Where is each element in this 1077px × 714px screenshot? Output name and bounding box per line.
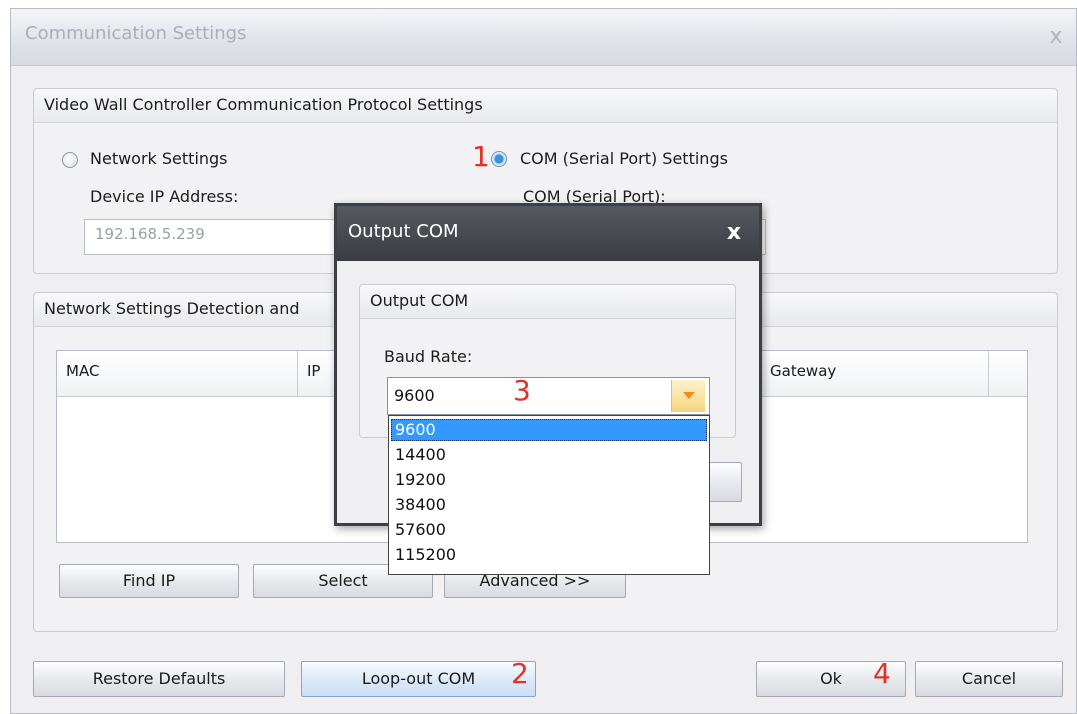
network-detection-title: Network Settings Detection and: [44, 299, 300, 318]
dialog-titlebar[interactable]: Output COM x: [337, 206, 759, 261]
network-settings-radio[interactable]: [62, 152, 78, 168]
annotation-step-2: 2: [511, 657, 529, 690]
baud-option-19200[interactable]: 19200: [391, 469, 707, 491]
find-ip-button[interactable]: Find IP: [59, 564, 239, 598]
restore-defaults-button[interactable]: Restore Defaults: [33, 661, 285, 697]
combobox-dropdown-button[interactable]: [671, 380, 705, 412]
baud-rate-value: 9600: [394, 386, 435, 405]
dialog-title: Output COM: [348, 221, 459, 242]
column-header-mac[interactable]: MAC: [57, 351, 298, 397]
window-close-icon[interactable]: x: [1041, 22, 1071, 52]
protocol-settings-header: Video Wall Controller Communication Prot…: [34, 89, 1057, 123]
baud-option-38400[interactable]: 38400: [391, 494, 707, 516]
window-title: Communication Settings: [25, 23, 247, 44]
baud-rate-label: Baud Rate:: [384, 347, 473, 366]
column-header-filler: [989, 351, 1027, 397]
loop-out-com-button[interactable]: Loop-out COM: [301, 661, 536, 697]
baud-option-9600[interactable]: 9600: [391, 419, 707, 441]
baud-rate-combobox[interactable]: 9600: [387, 377, 710, 415]
output-com-group-header: Output COM: [360, 285, 735, 319]
com-settings-label: COM (Serial Port) Settings: [520, 149, 728, 168]
output-com-group-title: Output COM: [370, 291, 469, 310]
device-ip-label: Device IP Address:: [90, 187, 239, 206]
column-header-gateway[interactable]: Gateway: [761, 351, 989, 397]
baud-option-14400[interactable]: 14400: [391, 444, 707, 466]
annotation-step-1: 1: [472, 140, 490, 173]
com-settings-radio[interactable]: [491, 151, 507, 167]
baud-option-57600[interactable]: 57600: [391, 519, 707, 541]
network-settings-label: Network Settings: [90, 149, 228, 168]
dialog-close-icon[interactable]: x: [719, 218, 749, 248]
cancel-button[interactable]: Cancel: [915, 661, 1063, 697]
chevron-down-icon: [683, 392, 695, 399]
window-titlebar[interactable]: Communication Settings x: [11, 9, 1076, 66]
annotation-step-3: 3: [513, 374, 531, 407]
baud-option-115200[interactable]: 115200: [391, 544, 707, 566]
annotation-step-4: 4: [873, 657, 891, 690]
device-ip-field[interactable]: 192.168.5.239: [84, 219, 344, 255]
protocol-settings-title: Video Wall Controller Communication Prot…: [44, 95, 483, 114]
baud-rate-dropdown-list[interactable]: 9600 14400 19200 38400 57600 115200: [388, 415, 710, 575]
